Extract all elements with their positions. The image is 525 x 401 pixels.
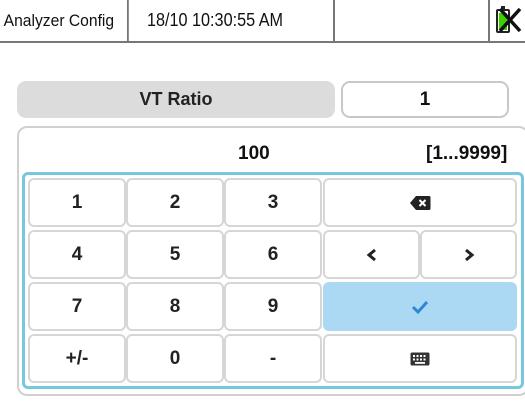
arrow-left-icon: [366, 248, 376, 261]
entry-range: [1...9999]: [426, 143, 508, 164]
key-5[interactable]: 5: [126, 230, 224, 279]
keyboard-icon: [410, 352, 430, 365]
confirm-key[interactable]: [323, 282, 517, 331]
key-8[interactable]: 8: [126, 282, 224, 331]
key-7[interactable]: 7: [28, 282, 126, 331]
keyboard-key[interactable]: [323, 334, 517, 383]
key-4[interactable]: 4: [28, 230, 126, 279]
status-icons: [490, 0, 525, 41]
key-0[interactable]: 0: [126, 334, 224, 383]
datetime-text: 18/10 10:30:55 AM: [147, 10, 284, 30]
arrow-right-icon: [464, 248, 474, 261]
parameter-label: VT Ratio: [17, 81, 335, 118]
window-title: Analyzer Config: [0, 0, 129, 41]
status-bar: Analyzer Config 18/10 10:30:55 AM: [0, 0, 525, 43]
key-1[interactable]: 1: [28, 178, 126, 227]
status-empty-slot: [335, 0, 490, 41]
parameter-value-field[interactable]: 1: [341, 81, 509, 118]
key-2[interactable]: 2: [126, 178, 224, 227]
key-6[interactable]: 6: [224, 230, 322, 279]
numeric-keypad: 1 2 3 4 5 6 7 8 9 +/- 0 -: [22, 172, 524, 389]
datetime-display: 18/10 10:30:55 AM: [140, 0, 335, 41]
entry-value: 100: [238, 143, 270, 164]
plus-minus-key[interactable]: +/-: [28, 334, 126, 383]
key-9[interactable]: 9: [224, 282, 322, 331]
decimal-key[interactable]: -: [224, 334, 322, 383]
checkmark-icon: [411, 300, 429, 314]
cursor-right-key[interactable]: [420, 230, 517, 279]
backspace-icon: [410, 195, 431, 210]
close-icon[interactable]: [496, 4, 524, 36]
key-3[interactable]: 3: [224, 178, 322, 227]
backspace-key[interactable]: [323, 178, 517, 227]
cursor-left-key[interactable]: [323, 230, 420, 279]
